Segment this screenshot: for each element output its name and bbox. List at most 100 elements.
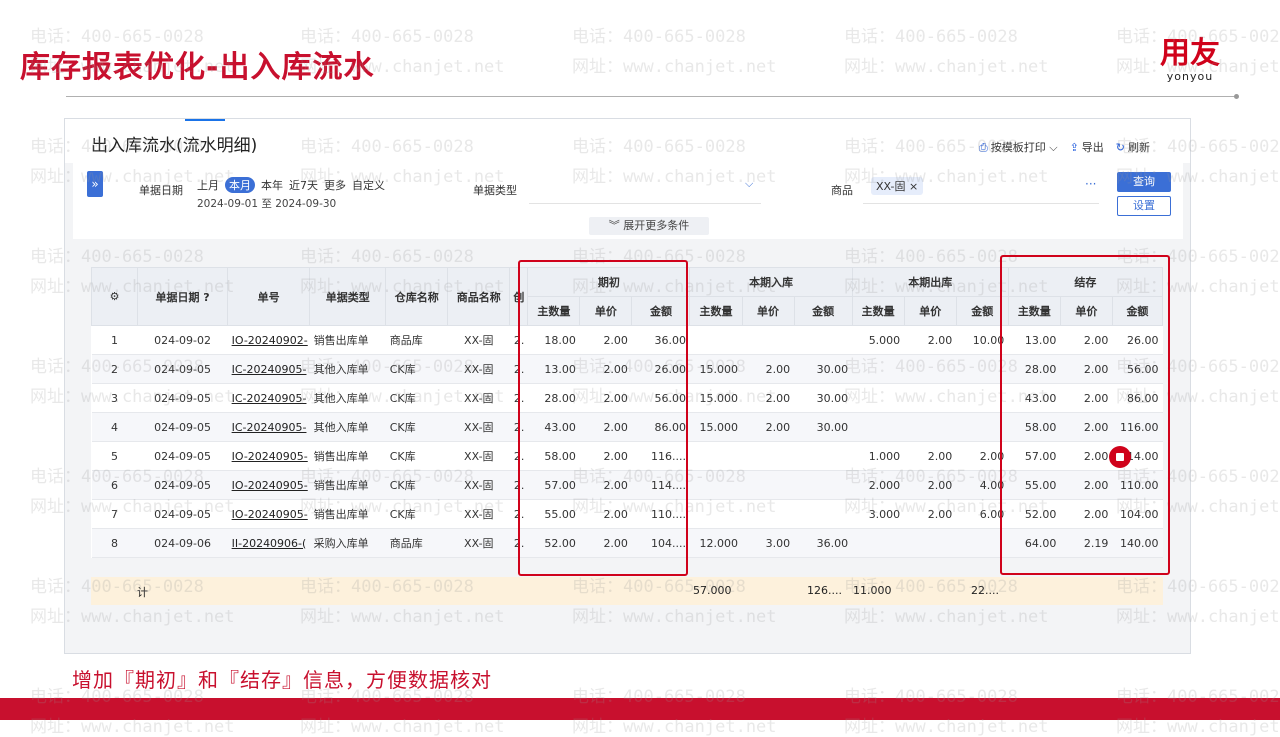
cell-no[interactable]: IO-20240905- <box>227 470 310 500</box>
col-date[interactable]: 单据日期 ? <box>137 267 229 326</box>
total-label: 计 <box>137 586 148 599</box>
product-select[interactable] <box>863 203 1099 204</box>
slide-title: 库存报表优化-出入库流水 <box>20 50 375 85</box>
period-this-month[interactable]: 本月 <box>225 177 255 193</box>
col-warehouse[interactable]: 仓库名称 <box>385 267 449 326</box>
cell-no[interactable]: IO-20240902- <box>227 325 310 355</box>
col-no[interactable]: 单号 <box>227 267 311 326</box>
cell-ip <box>742 441 795 471</box>
export-icon: ⇪ <box>1069 141 1079 154</box>
period-custom[interactable]: 自定义 <box>352 177 385 193</box>
cell-xq: 1.000 <box>852 441 905 471</box>
tab-underline <box>185 119 225 121</box>
group-outbound: 本期出库 <box>851 267 1009 297</box>
cell-ia <box>794 325 853 355</box>
cell-type: 其他入库单 <box>309 412 386 442</box>
cell-ip <box>742 325 795 355</box>
cell-iq <box>689 499 743 529</box>
cell-prod: XX-固 <box>447 412 510 442</box>
date-range: 2024-09-01 至 2024-09-30 <box>197 198 337 210</box>
cell-ip: 2.00 <box>742 383 795 413</box>
col-in-qty[interactable]: 主数量 <box>689 296 743 326</box>
refresh-button[interactable]: ↻ 刷新 <box>1116 139 1150 155</box>
cell-no[interactable]: IC-20240905- <box>227 412 310 442</box>
cell-ip: 2.00 <box>742 354 795 384</box>
total-in-amount: 126.... <box>807 584 842 597</box>
cell-wh: CK库 <box>385 470 448 500</box>
cell-type: 销售出库单 <box>309 441 386 471</box>
help-icon[interactable]: ? <box>203 291 209 304</box>
cell-no[interactable]: IO-20240905- <box>227 441 310 471</box>
title-divider <box>66 96 1236 97</box>
doc-type-select[interactable] <box>529 203 761 204</box>
cell-ia <box>794 441 853 471</box>
cell-no[interactable]: IC-20240905- <box>227 354 310 384</box>
cell-type: 销售出库单 <box>309 470 386 500</box>
cell-ia: 36.00 <box>794 528 853 558</box>
cell-xp <box>904 354 957 384</box>
period-last-7-days[interactable]: 近7天 <box>289 177 318 193</box>
cell-no[interactable]: IO-20240905- <box>227 499 310 529</box>
col-out-price[interactable]: 单价 <box>903 296 957 326</box>
highlight-opening-box <box>518 260 688 576</box>
doc-type-label: 单据类型 <box>473 184 517 197</box>
col-out-qty[interactable]: 主数量 <box>851 296 905 326</box>
cell-no[interactable]: II-20240906-( <box>227 528 310 558</box>
cell-ia <box>794 470 853 500</box>
chip-close-icon[interactable]: × <box>909 180 918 193</box>
period-this-year[interactable]: 本年 <box>261 177 283 193</box>
more-button[interactable]: ··· <box>1085 177 1096 191</box>
printer-icon: ⎙ <box>978 141 988 154</box>
expand-conditions-button[interactable]: ︾ 展开更多条件 <box>589 217 709 235</box>
cell-no[interactable]: IC-20240905- <box>227 383 310 413</box>
gear-icon[interactable]: ⚙ <box>110 290 120 303</box>
cell-iq: 12.000 <box>689 528 743 558</box>
column-settings[interactable]: ⚙ <box>90 267 139 326</box>
cell-prod: XX-固 <box>447 354 510 384</box>
col-product[interactable]: 商品名称 <box>447 267 511 326</box>
cell-ip: 3.00 <box>742 528 795 558</box>
cell-xq <box>852 383 905 413</box>
print-template-button[interactable]: ⎙ 按模板打印 ⌵ <box>979 139 1058 155</box>
total-out-qty: 11.000 <box>853 584 892 597</box>
sidebar-toggle-button[interactable]: » <box>87 171 103 197</box>
col-doc-type[interactable]: 单据类型 <box>309 267 387 326</box>
yonyou-logo: 用友 yonyou <box>1160 36 1220 84</box>
cell-prod: XX-固 <box>447 325 510 355</box>
cell-wh: 商品库 <box>385 528 448 558</box>
col-in-amount[interactable]: 金额 <box>793 296 853 326</box>
cell-wh: CK库 <box>385 441 448 471</box>
export-button[interactable]: ⇪ 导出 <box>1070 139 1104 155</box>
cell-iq: 15.000 <box>689 354 743 384</box>
cell-ip <box>742 470 795 500</box>
cell-xp: 2.00 <box>904 470 957 500</box>
app-header: 出入库流水(流水明细) ⎙ 按模板打印 ⌵ ⇪ 导出 ↻ 刷新 <box>65 119 1190 163</box>
period-more[interactable]: 更多 <box>324 177 346 193</box>
chevron-down-icon[interactable]: ⌵ <box>1049 141 1057 154</box>
watermark-site: 网址：www.chanjet.net <box>844 57 1049 77</box>
col-in-price[interactable]: 单价 <box>741 296 795 326</box>
product-chip[interactable]: XX-固 × <box>871 177 924 195</box>
cell-idx: 5 <box>91 441 138 471</box>
period-tabs: 上月 本月 本年 近7天 更多 自定义 <box>197 177 385 193</box>
total-out-amount: 22.... <box>971 584 999 597</box>
cell-xq <box>852 528 905 558</box>
cell-xp: 2.00 <box>904 441 957 471</box>
logo-cn: 用友 <box>1160 36 1220 71</box>
total-row: 计 57.000 126.... 11.000 22.... <box>91 577 1163 605</box>
cell-xp: 2.00 <box>904 499 957 529</box>
cell-type: 销售出库单 <box>309 499 386 529</box>
cell-idx: 7 <box>91 499 138 529</box>
query-button[interactable]: 查询 <box>1117 172 1171 192</box>
period-last-month[interactable]: 上月 <box>197 177 219 193</box>
chevron-down-icon[interactable]: ⌵ <box>745 177 753 191</box>
cell-xp <box>904 383 957 413</box>
cell-prod: XX-固 <box>447 499 510 529</box>
group-inbound: 本期入库 <box>689 267 853 297</box>
cell-date: 024-09-05 <box>137 499 228 529</box>
cell-date: 024-09-02 <box>137 325 228 355</box>
settings-button[interactable]: 设置 <box>1117 196 1171 216</box>
cell-type: 销售出库单 <box>309 325 386 355</box>
cell-xq <box>852 354 905 384</box>
cell-idx: 2 <box>91 354 138 384</box>
